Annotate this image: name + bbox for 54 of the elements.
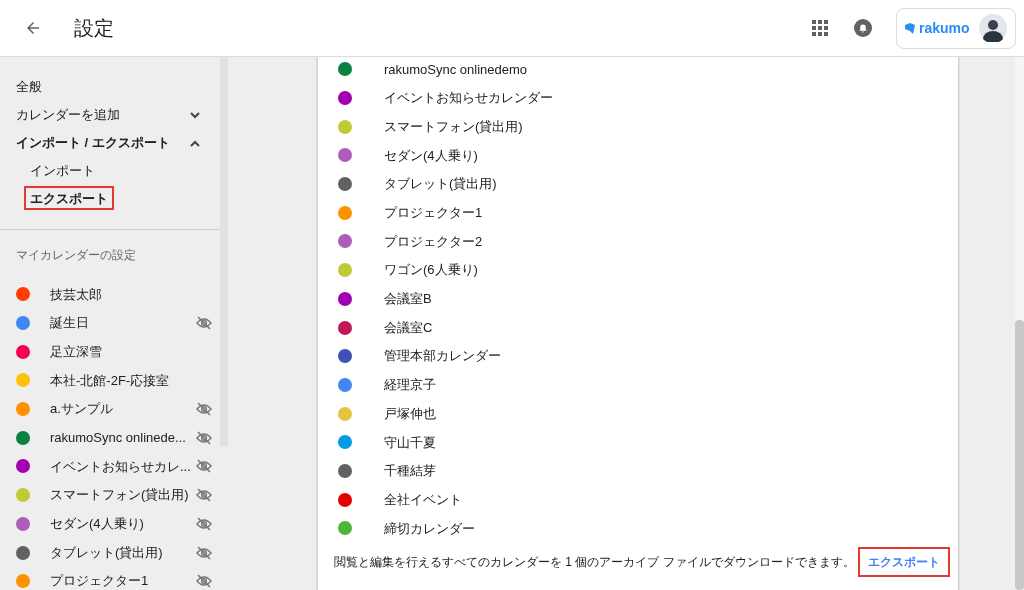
calendar-name: 会議室B (383, 290, 432, 309)
calendar-name: 会議室C (383, 318, 433, 337)
nav-subitem[interactable]: インポート (24, 158, 101, 182)
apps-grid-icon[interactable] (812, 20, 828, 36)
calendar-name: 戸塚伸也 (383, 404, 436, 423)
calendar-name[interactable]: プロジェクター1 (50, 571, 149, 590)
calendar-name[interactable]: rakumoSync onlinede... (50, 428, 186, 448)
calendar-name[interactable]: a.サンプル (50, 399, 113, 419)
calendar-name[interactable]: 誕生日 (50, 313, 89, 333)
nav-subitem[interactable]: エクスポート (24, 186, 114, 210)
scrollbar-thumb[interactable] (220, 57, 228, 447)
calendar-name[interactable]: 足立深雪 (50, 341, 102, 362)
calendar-name: 守山千夏 (383, 433, 436, 452)
calendar-name[interactable]: 本社-北館-2F-応接室 (50, 370, 170, 391)
nav-item[interactable]: インポート / エクスポート (16, 129, 170, 157)
scrollbar-thumb[interactable] (1015, 320, 1024, 590)
section-heading: マイカレンダーの設定 (15, 247, 137, 264)
calendar-name: 管理本部カレンダー (383, 347, 501, 366)
page-title: 設定 (73, 16, 114, 41)
calendar-name: 千種結芽 (383, 462, 436, 481)
export-button[interactable]: エクスポート (858, 546, 950, 577)
calendar-name[interactable]: イベントお知らせカレ... (50, 456, 191, 477)
export-description: 閲覧と編集を行えるすべてのカレンダーを 1 個のアーカイブ ファイルでダウンロードできます。 (334, 553, 855, 571)
calendar-name[interactable]: 技芸太郎 (50, 284, 102, 305)
nav-item[interactable]: 全般 (16, 73, 42, 101)
nav-item[interactable]: カレンダーを追加 (16, 101, 120, 129)
hidden-eye-icon[interactable] (196, 402, 212, 417)
hidden-eye-icon[interactable] (196, 574, 212, 589)
hidden-eye-icon[interactable] (196, 459, 212, 474)
calendar-name: イベントお知らせカレンダー (383, 89, 553, 108)
calendar-name: 全社イベント (383, 490, 462, 509)
calendar-name: セダン(4人乗り) (383, 146, 478, 165)
calendar-name[interactable]: セダン(4人乗り) (50, 514, 144, 534)
hidden-eye-icon[interactable] (196, 516, 212, 531)
hidden-eye-icon[interactable] (196, 430, 212, 445)
calendar-name: プロジェクター2 (383, 232, 483, 251)
calendar-name[interactable]: スマートフォン(貸出用) (50, 485, 189, 505)
calendar-name: rakumoSync onlinedemo (383, 60, 528, 79)
avatar-icon (979, 14, 1007, 42)
calendar-name: プロジェクター1 (383, 204, 483, 223)
logo-icon (905, 22, 915, 34)
brand-name: rakumo (919, 18, 970, 38)
hidden-eye-icon[interactable] (196, 316, 212, 331)
calendar-name: スマートフォン(貸出用) (383, 117, 523, 136)
calendar-name: 経理京子 (383, 376, 436, 395)
calendar-name[interactable]: タブレット(貸出用) (50, 542, 163, 563)
calendar-name: 締切カレンダー (383, 519, 475, 538)
chevron-down-icon[interactable] (190, 111, 200, 119)
hidden-eye-icon[interactable] (196, 545, 212, 560)
calendar-name: タブレット(貸出用) (383, 175, 497, 194)
hidden-eye-icon[interactable] (196, 488, 212, 503)
chevron-up-icon[interactable] (190, 139, 200, 147)
calendar-name: ワゴン(6人乗り) (383, 261, 478, 280)
notification-bell-icon[interactable] (854, 19, 872, 37)
